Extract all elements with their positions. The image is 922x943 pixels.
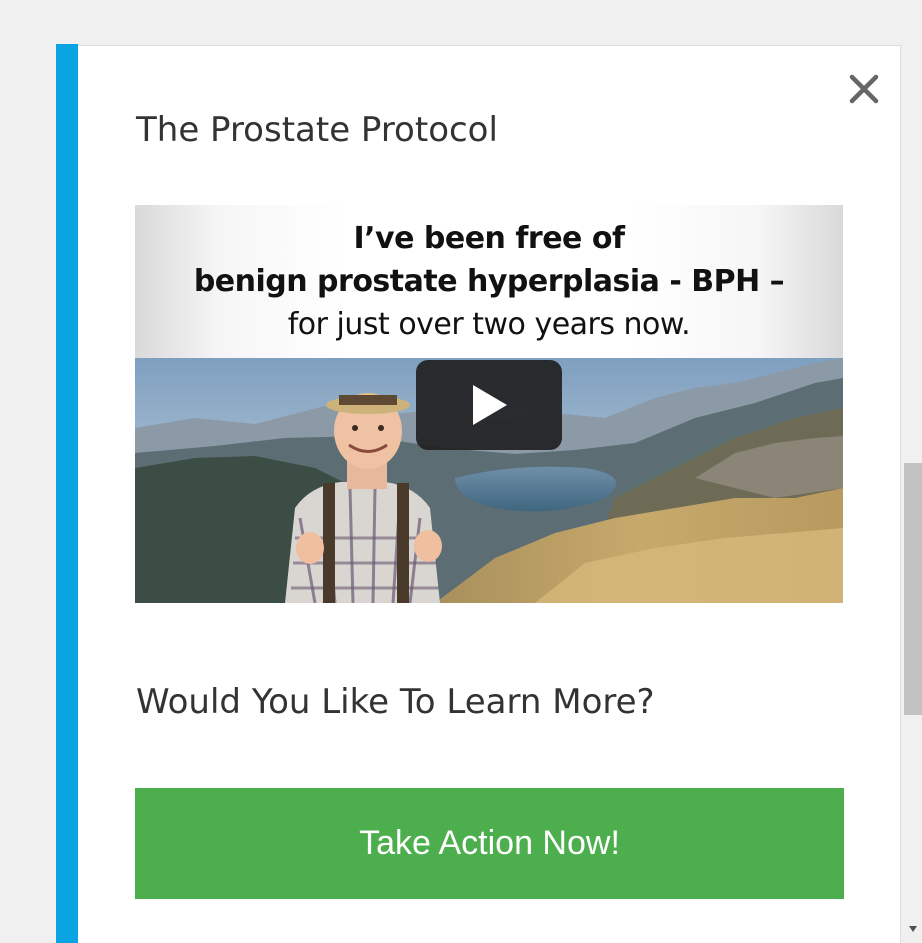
learn-more-question: Would You Like To Learn More? — [136, 682, 655, 722]
video-caption: I’ve been free of benign prostate hyperp… — [135, 205, 843, 358]
play-button[interactable] — [416, 360, 562, 450]
play-icon — [473, 385, 507, 425]
close-button[interactable] — [846, 70, 882, 108]
video-caption-line-1: I’ve been free of — [353, 221, 625, 256]
video-caption-line-3: for just over two years now. — [287, 307, 691, 342]
scroll-down-arrow-icon[interactable] — [906, 922, 920, 936]
video-player[interactable]: I’ve been free of benign prostate hyperp… — [135, 205, 843, 603]
close-icon — [849, 74, 879, 104]
video-caption-line-2: benign prostate hyperplasia - BPH – — [193, 264, 785, 299]
take-action-button[interactable]: Take Action Now! — [135, 788, 844, 899]
popup-title: The Prostate Protocol — [136, 110, 498, 150]
page: The Prostate Protocol I’ve been free of … — [0, 0, 922, 943]
accent-bar — [56, 44, 78, 943]
scrollbar-thumb[interactable] — [904, 463, 922, 715]
